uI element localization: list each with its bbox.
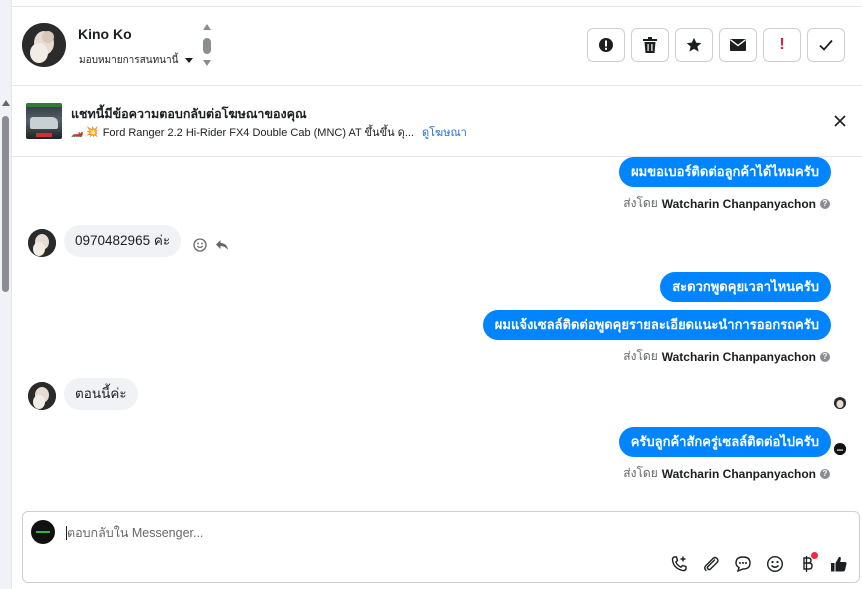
close-icon[interactable] — [832, 113, 848, 129]
ad-banner-subtitle: 🏎️ 💥 Ford Ranger 2.2 Hi-Rider FX4 Double… — [71, 123, 467, 141]
mark-unread-button[interactable] — [719, 28, 757, 62]
ad-emoji: 🏎️ 💥 — [71, 126, 99, 138]
delivered-indicator — [834, 443, 846, 455]
info-icon[interactable]: ? — [820, 198, 830, 209]
assign-conversation-dropdown[interactable]: มอบหมายการสนทนานี้ — [79, 53, 194, 68]
saved-replies-button[interactable] — [733, 554, 753, 574]
message-thread[interactable]: ผมขอเบอร์ติดต่อลูกค้าได้ไหมครับ ส่งโดย W… — [12, 157, 862, 505]
payment-button[interactable] — [797, 552, 818, 574]
scroll-up-arrow[interactable] — [2, 100, 10, 106]
scroll-down-icon[interactable] — [203, 60, 211, 66]
header-scroll-control[interactable] — [202, 24, 212, 70]
header-actions: ! — [587, 28, 845, 62]
message-bubble-outgoing[interactable]: ผมขอเบอร์ติดต่อลูกค้าได้ไหมครับ — [619, 157, 831, 187]
contact-avatar-small — [28, 382, 56, 410]
contact-avatar[interactable] — [22, 23, 66, 67]
sent-by-label: ส่งโดย Watcharin Chanpanyachon ? — [623, 194, 830, 213]
message-actions — [193, 238, 229, 252]
info-icon[interactable]: ? — [820, 468, 830, 479]
reply-composer — [22, 511, 860, 583]
reply-icon[interactable] — [215, 239, 229, 251]
thumbs-up-icon — [831, 556, 847, 572]
emoji-icon — [766, 555, 784, 573]
paperclip-icon — [704, 556, 719, 572]
attach-button[interactable] — [701, 554, 721, 574]
message-bubble-outgoing[interactable]: สะดวกพูดคุยเวลาไหนครับ — [660, 272, 831, 302]
check-icon — [819, 39, 833, 51]
call-add-icon — [671, 556, 687, 572]
window-scrollbar[interactable] — [0, 0, 12, 589]
scrollbar-thumb[interactable] — [2, 116, 9, 292]
mark-done-button[interactable] — [807, 28, 845, 62]
message-bubble-incoming[interactable]: ตอนนี้ค่ะ — [64, 378, 138, 410]
exclamation-icon: ! — [779, 36, 785, 53]
call-button[interactable] — [669, 554, 689, 574]
reply-input[interactable] — [67, 524, 667, 542]
star-icon — [686, 37, 702, 52]
conversation-header: Kino Ko มอบหมายการสนทนานี้ ! — [12, 6, 862, 86]
envelope-icon — [730, 39, 746, 51]
ad-banner-title: แชทนี้มีข้อความตอบกลับต่อโฆษณาของคุณ — [71, 107, 307, 121]
ad-reply-banner: แชทนี้มีข้อความตอบกลับต่อโฆษณาของคุณ 🏎️ … — [12, 86, 862, 157]
like-button[interactable] — [829, 554, 849, 574]
contact-avatar-small — [28, 229, 56, 257]
delete-button[interactable] — [631, 28, 669, 62]
page-avatar — [31, 520, 55, 544]
alert-circle-icon — [599, 38, 613, 52]
assign-label: มอบหมายการสนทนานี้ — [79, 55, 179, 66]
chevron-down-icon — [185, 58, 194, 63]
ad-description: Ford Ranger 2.2 Hi-Rider FX4 Double Cab … — [102, 127, 414, 139]
scroll-thumb[interactable] — [203, 38, 211, 54]
sent-by-label: ส่งโดย Watcharin Chanpanyachon ? — [623, 347, 830, 366]
mark-spam-button[interactable] — [587, 28, 625, 62]
ad-thumbnail[interactable] — [26, 103, 62, 139]
seen-indicator-avatar — [834, 397, 846, 409]
info-icon[interactable]: ? — [820, 351, 830, 362]
composer-tools — [669, 552, 849, 574]
notification-dot — [811, 552, 818, 559]
star-button[interactable] — [675, 28, 713, 62]
message-bubble-outgoing[interactable]: ครับลูกค้าสักครู่เซลล์ติดต่อไปครับ — [618, 427, 831, 457]
follow-up-button[interactable]: ! — [763, 28, 801, 62]
scroll-up-icon[interactable] — [203, 24, 211, 30]
sent-by-label: ส่งโดย Watcharin Chanpanyachon ? — [623, 464, 830, 483]
view-ad-link[interactable]: ดูโฆษณา — [422, 123, 467, 141]
emoji-button[interactable] — [765, 554, 785, 574]
trash-icon — [643, 37, 657, 53]
message-bubble-incoming[interactable]: 0970482965 ค่ะ — [64, 225, 182, 257]
contact-name[interactable]: Kino Ko — [78, 26, 132, 42]
message-bubble-outgoing[interactable]: ผมแจ้งเซลล์ติดต่อพูดคุยรายละเอียดแนะนำกา… — [482, 310, 831, 340]
emoji-react-icon[interactable] — [193, 238, 207, 252]
saved-reply-icon — [735, 556, 751, 573]
